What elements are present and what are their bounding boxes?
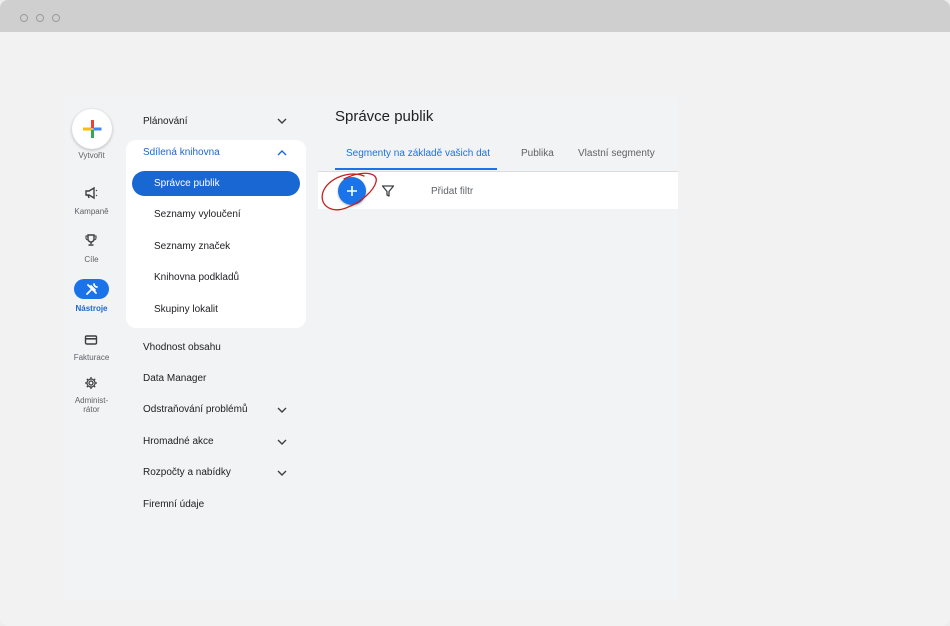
title-bar [0,0,950,32]
close-window-dot[interactable] [20,14,28,22]
nav-item-exclusion-lists[interactable]: Seznamy vyloučení [154,209,241,221]
maximize-window-dot[interactable] [52,14,60,22]
nav-label-shared-library: Sdílená knihovna [143,147,220,158]
create-button[interactable] [72,109,112,149]
add-filter-button[interactable]: Přidat filtr [431,186,473,197]
megaphone-icon [82,184,100,202]
nav-item-asset-library[interactable]: Knihovna podkladů [154,272,239,284]
card-icon [82,331,100,349]
annotation-circle [321,172,377,211]
nav-label-audience-manager: Správce publik [154,178,220,189]
nav-item-data-manager[interactable]: Data Manager [143,373,206,385]
tools-icon [74,279,109,299]
nav-label-budgets-bids: Rozpočty a nabídky [143,467,231,478]
minimize-window-dot[interactable] [36,14,44,22]
app-window: Vytvořit Kampaně Cíle Nástroje Fakturace… [0,0,950,626]
create-label: Vytvořit [78,151,105,160]
nav-item-location-groups[interactable]: Skupiny lokalit [154,304,218,316]
plus-icon [83,120,102,138]
rail-label-campaigns: Kampaně [74,207,109,216]
shared-library-card [126,140,306,328]
nav-label-planning: Plánování [143,116,188,127]
nav-item-business-data[interactable]: Firemní údaje [143,499,204,511]
chevron-up-icon [277,150,287,156]
nav-item-content-suitability[interactable]: Vhodnost obsahu [143,342,221,354]
chevron-down-icon [277,470,287,476]
rail-label-goals: Cíle [84,255,99,264]
nav-label-troubleshooting: Odstraňování problémů [143,404,248,415]
tab-audiences[interactable]: Publika [521,148,554,159]
navigation-rail: Vytvořit Kampaně Cíle Nástroje Fakturace… [65,97,118,600]
chevron-down-icon [277,118,287,124]
chevron-down-icon [277,439,287,445]
page-title: Správce publik [335,108,434,125]
tab-first-party-segments[interactable]: Segmenty na základě vašich dat [346,148,490,159]
gear-icon [82,374,100,392]
rail-label-billing: Fakturace [73,353,110,362]
rail-label-admin: Administ- rátor [74,396,109,414]
chevron-down-icon [277,407,287,413]
nav-item-brand-lists[interactable]: Seznamy značek [154,241,230,253]
trophy-icon [82,231,100,249]
rail-label-tools: Nástroje [75,304,108,313]
tab-custom-segments[interactable]: Vlastní segmenty [578,148,655,159]
nav-label-bulk-actions: Hromadné akce [143,436,214,447]
